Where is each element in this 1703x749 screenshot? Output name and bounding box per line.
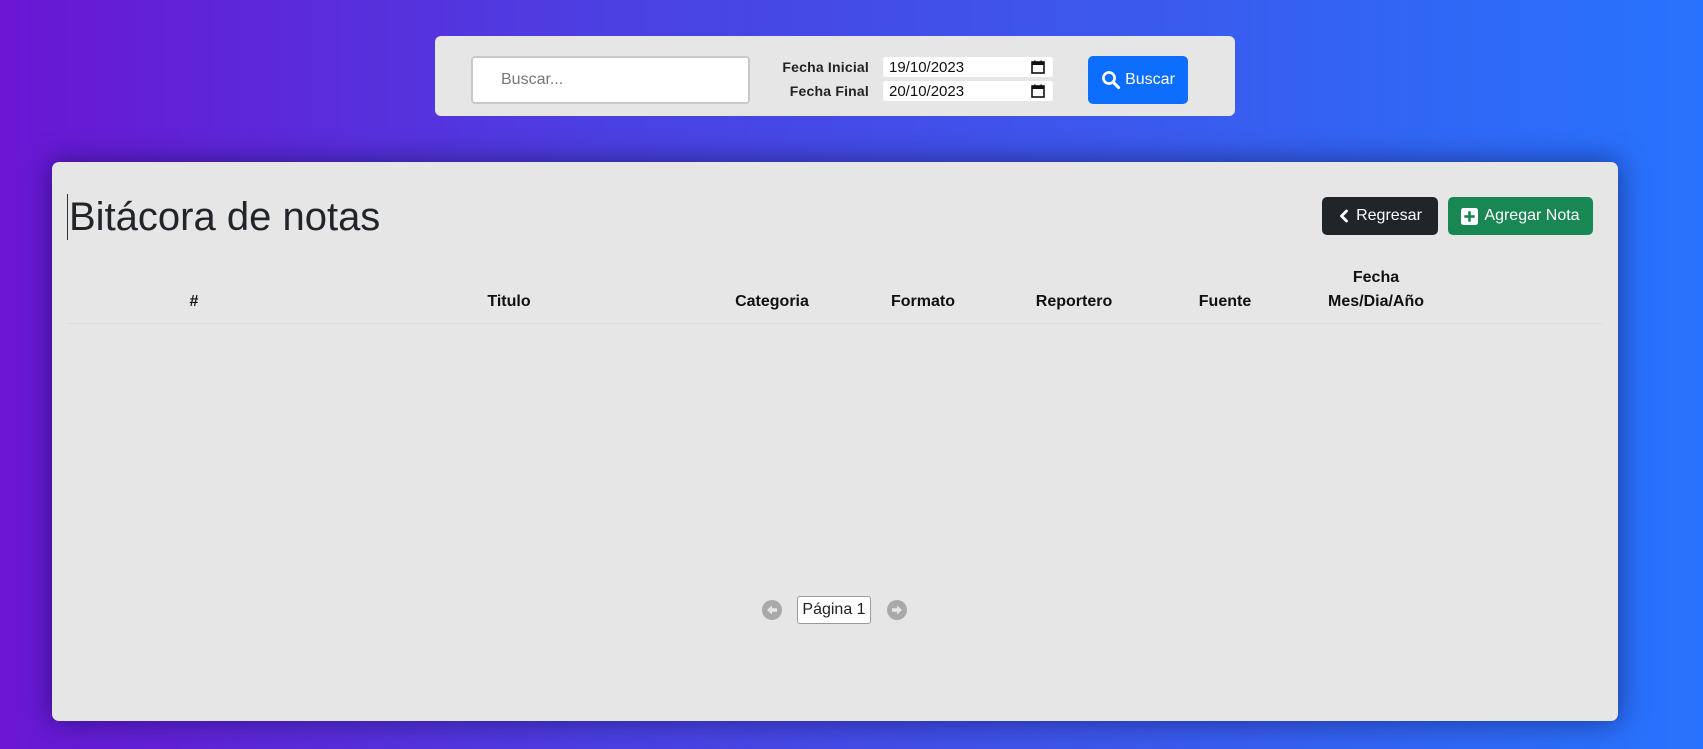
fecha-final-value: 20/10/2023 — [889, 82, 965, 100]
column-header-fuente[interactable]: Fuente — [1199, 290, 1251, 314]
search-icon — [1102, 71, 1121, 90]
fecha-inicial-label: Fecha Inicial — [782, 59, 869, 75]
plus-square-icon — [1461, 207, 1479, 225]
fecha-final-row: Fecha Final 20/10/2023 — [753, 80, 1053, 102]
add-note-button[interactable]: Agregar Nota — [1448, 197, 1593, 235]
fecha-final-input[interactable]: 20/10/2023 — [883, 81, 1053, 101]
fecha-final-label: Fecha Final — [789, 83, 869, 99]
column-header-titulo[interactable]: Titulo — [487, 290, 530, 314]
next-page-button[interactable] — [887, 600, 907, 620]
calendar-icon[interactable] — [1031, 84, 1045, 98]
back-button-label: Regresar — [1356, 207, 1422, 224]
column-header-formato[interactable]: Formato — [891, 290, 955, 314]
add-note-button-label: Agregar Nota — [1484, 207, 1580, 224]
page-indicator: Página 1 — [797, 596, 871, 624]
search-input[interactable] — [471, 56, 750, 104]
calendar-icon[interactable] — [1031, 60, 1045, 74]
fecha-inicial-value: 19/10/2023 — [889, 58, 965, 76]
back-button[interactable]: Regresar — [1322, 197, 1438, 235]
search-button[interactable]: Buscar — [1088, 56, 1188, 104]
previous-page-button[interactable] — [762, 600, 782, 620]
column-header-number[interactable]: # — [190, 290, 199, 314]
notes-table-header: # Titulo Categoria Formato Reportero Fue… — [67, 257, 1603, 324]
fecha-inicial-row: Fecha Inicial 19/10/2023 — [753, 56, 1053, 78]
chevron-left-icon — [1340, 209, 1348, 223]
column-header-reportero[interactable]: Reportero — [1036, 290, 1112, 314]
search-button-label: Buscar — [1125, 71, 1175, 88]
arrow-left-circle-icon — [767, 605, 777, 615]
column-header-fecha[interactable]: Fecha Mes/Dia/Año — [1328, 266, 1424, 314]
notes-card: Bitácora de notas Regresar Agregar Nota … — [52, 162, 1618, 721]
column-header-fecha-line1: Fecha — [1352, 269, 1400, 286]
fecha-inicial-input[interactable]: 19/10/2023 — [883, 57, 1053, 77]
arrow-right-circle-icon — [892, 605, 902, 615]
pagination: Página 1 — [52, 594, 1618, 624]
column-header-fecha-line2: Mes/Dia/Año — [1327, 293, 1425, 310]
page-title: Bitácora de notas — [67, 194, 381, 240]
column-header-categoria[interactable]: Categoria — [735, 290, 809, 314]
search-bar: Fecha Inicial 19/10/2023 Fecha Final 20/… — [435, 36, 1235, 116]
